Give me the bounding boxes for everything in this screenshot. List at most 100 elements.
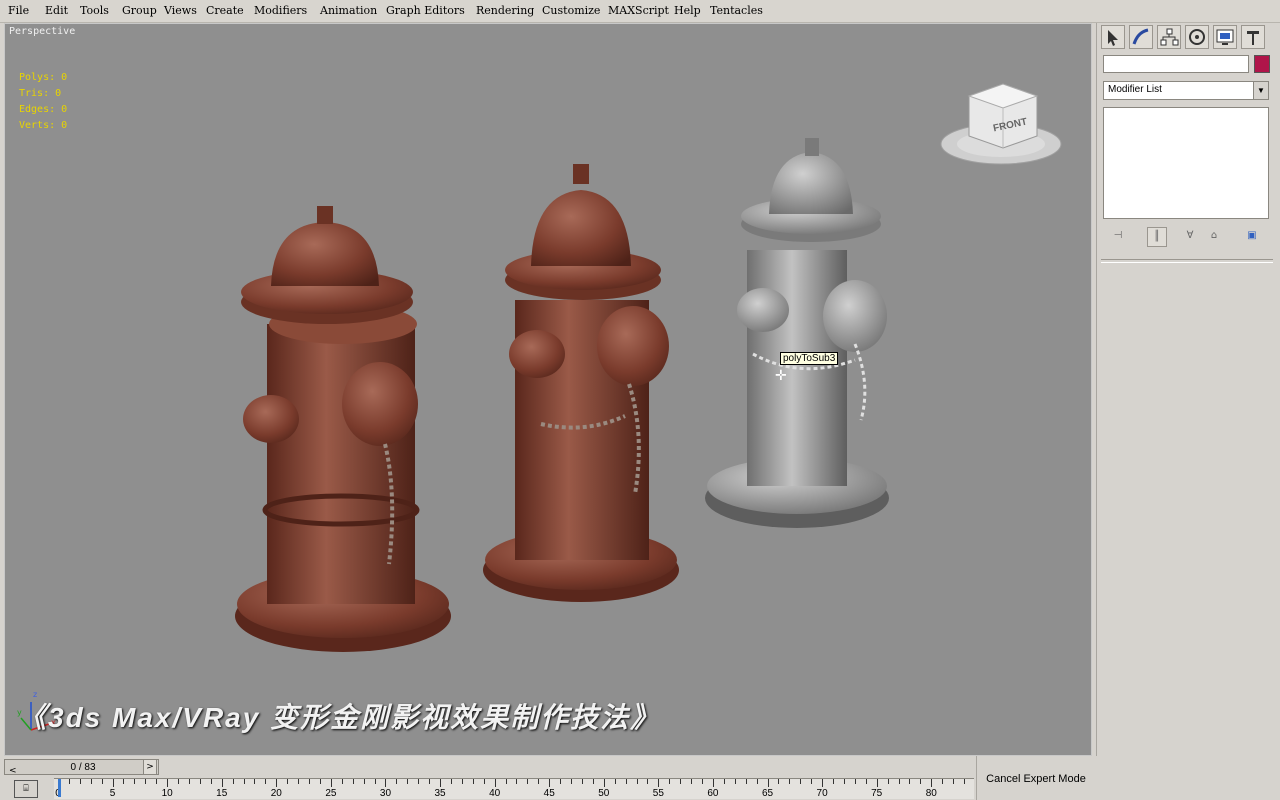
chevron-down-icon: ▼	[1253, 82, 1268, 99]
frame-tick	[854, 779, 856, 784]
frame-tick	[560, 779, 562, 784]
object-tooltip: polyToSub3	[780, 352, 839, 365]
frame-tick	[680, 779, 682, 784]
menu-tools[interactable]: Tools	[80, 4, 109, 17]
configure-modifier-sets-icon[interactable]: ▣	[1243, 227, 1261, 245]
frame-tick	[374, 779, 376, 784]
frame-tick	[549, 779, 551, 787]
remove-modifier-icon[interactable]: ⌂	[1205, 227, 1223, 245]
frame-tick-label: 10	[161, 788, 173, 799]
frame-tick-label: 40	[489, 788, 501, 799]
frame-tick-label: 50	[598, 788, 610, 799]
menu-modifiers[interactable]: Modifiers	[254, 4, 307, 17]
frame-tick	[254, 779, 256, 784]
frame-tick	[199, 779, 201, 784]
frame-tick-label: 5	[109, 788, 116, 799]
frame-tick	[833, 779, 834, 784]
current-frame-marker[interactable]	[58, 779, 61, 797]
command-panel: Modifier List ▼ ⊣ ║ ∀ ⌂ ▣	[1096, 23, 1280, 758]
frame-tick-label: 20	[270, 788, 282, 799]
create-tab-icon[interactable]	[1101, 25, 1125, 49]
motion-tab-icon[interactable]	[1185, 25, 1209, 49]
frame-tick	[341, 779, 343, 784]
time-slider[interactable]: < 0 / 83	[4, 759, 159, 776]
frame-tick	[669, 779, 671, 784]
pin-stack-icon[interactable]: ⊣	[1109, 227, 1127, 245]
track-bar[interactable]: 05101520253035404550556065707580	[54, 778, 974, 799]
frame-tick-label: 80	[925, 788, 937, 799]
frame-tick	[101, 779, 103, 784]
move-cursor-icon: ✛	[775, 368, 787, 384]
frame-tick	[571, 779, 573, 784]
show-end-result-icon[interactable]: ║	[1147, 227, 1167, 247]
frame-tick	[691, 779, 693, 784]
menu-tentacles[interactable]: Tentacles	[710, 4, 763, 17]
frame-tick	[658, 779, 660, 787]
menu-views[interactable]: Views	[164, 4, 197, 17]
frame-tick	[723, 779, 725, 784]
frame-tick-label: 30	[379, 788, 392, 799]
frame-tick	[745, 779, 747, 784]
utilities-tab-icon[interactable]	[1241, 25, 1265, 49]
menu-help[interactable]: Help	[674, 4, 701, 17]
hydrant-grey-right[interactable]	[705, 138, 889, 528]
hierarchy-tab-icon[interactable]	[1157, 25, 1181, 49]
frame-tick	[309, 779, 311, 784]
modifier-list-dropdown[interactable]: Modifier List ▼	[1103, 81, 1269, 100]
frame-tick	[429, 779, 431, 784]
hydrant-rust-middle[interactable]	[483, 164, 679, 602]
menu-animation[interactable]: Animation	[320, 4, 377, 17]
frame-tick	[909, 779, 911, 784]
perspective-viewport[interactable]: Perspective Polys: 0 Tris: 0 Edges: 0 Ve…	[4, 23, 1092, 756]
frame-tick	[287, 779, 289, 784]
menu-group[interactable]: Group	[122, 4, 157, 17]
menu-graph-editors[interactable]: Graph Editors	[386, 4, 465, 17]
frame-tick	[865, 779, 867, 784]
frame-tick	[472, 779, 474, 784]
frame-tick-label: 60	[707, 788, 719, 799]
frame-tick	[243, 779, 245, 784]
frame-tick	[145, 779, 147, 784]
timeline-area: < 0 / 83 > ⌸ 051015202530354045505560657…	[0, 756, 1280, 800]
frame-tick	[396, 779, 398, 784]
hydrant-rust-left[interactable]	[235, 206, 451, 652]
frame-tick-label: 25	[325, 788, 337, 799]
object-color-swatch[interactable]	[1254, 55, 1270, 73]
frame-tick	[931, 779, 933, 787]
menu-customize[interactable]: Customize	[542, 4, 600, 17]
cancel-expert-mode-button[interactable]: Cancel Expert Mode	[981, 770, 1091, 788]
frame-tick	[90, 779, 92, 784]
key-filter-icon[interactable]: ⌸	[14, 780, 38, 798]
menu-maxscript[interactable]: MAXScript	[608, 4, 669, 17]
frame-tick	[188, 779, 190, 784]
scene-render	[20, 83, 1062, 731]
display-tab-icon[interactable]	[1213, 25, 1237, 49]
menu-rendering[interactable]: Rendering	[476, 4, 534, 17]
object-name-input[interactable]	[1103, 55, 1249, 73]
frame-tick	[112, 779, 114, 787]
frame-tick	[330, 779, 332, 787]
frame-tick	[843, 779, 845, 784]
menu-create[interactable]: Create	[206, 4, 244, 17]
make-unique-icon[interactable]: ∀	[1181, 227, 1199, 245]
frame-tick	[920, 779, 922, 784]
menu-file[interactable]: File	[8, 4, 29, 17]
frame-tick	[68, 779, 70, 784]
frame-tick	[614, 779, 616, 784]
menu-edit[interactable]: Edit	[45, 4, 68, 17]
modify-tab-icon[interactable]	[1129, 25, 1153, 49]
slider-next-icon[interactable]: >	[143, 759, 157, 775]
frame-tick	[767, 779, 769, 787]
course-title-overlay: 《3ds Max/VRay 变形金刚影视效果制作技法》	[18, 702, 661, 733]
frame-tick	[265, 779, 267, 784]
time-slider-label: 0 / 83	[70, 762, 96, 773]
frame-tick	[461, 779, 463, 784]
modifier-stack[interactable]	[1103, 107, 1269, 219]
frame-tick	[407, 779, 409, 784]
frame-tick-label: 35	[434, 788, 446, 799]
frame-tick	[800, 779, 802, 784]
frame-tick	[276, 779, 278, 787]
frame-tick	[527, 779, 529, 784]
frame-tick-label: 45	[543, 788, 555, 799]
frame-tick	[811, 779, 813, 784]
